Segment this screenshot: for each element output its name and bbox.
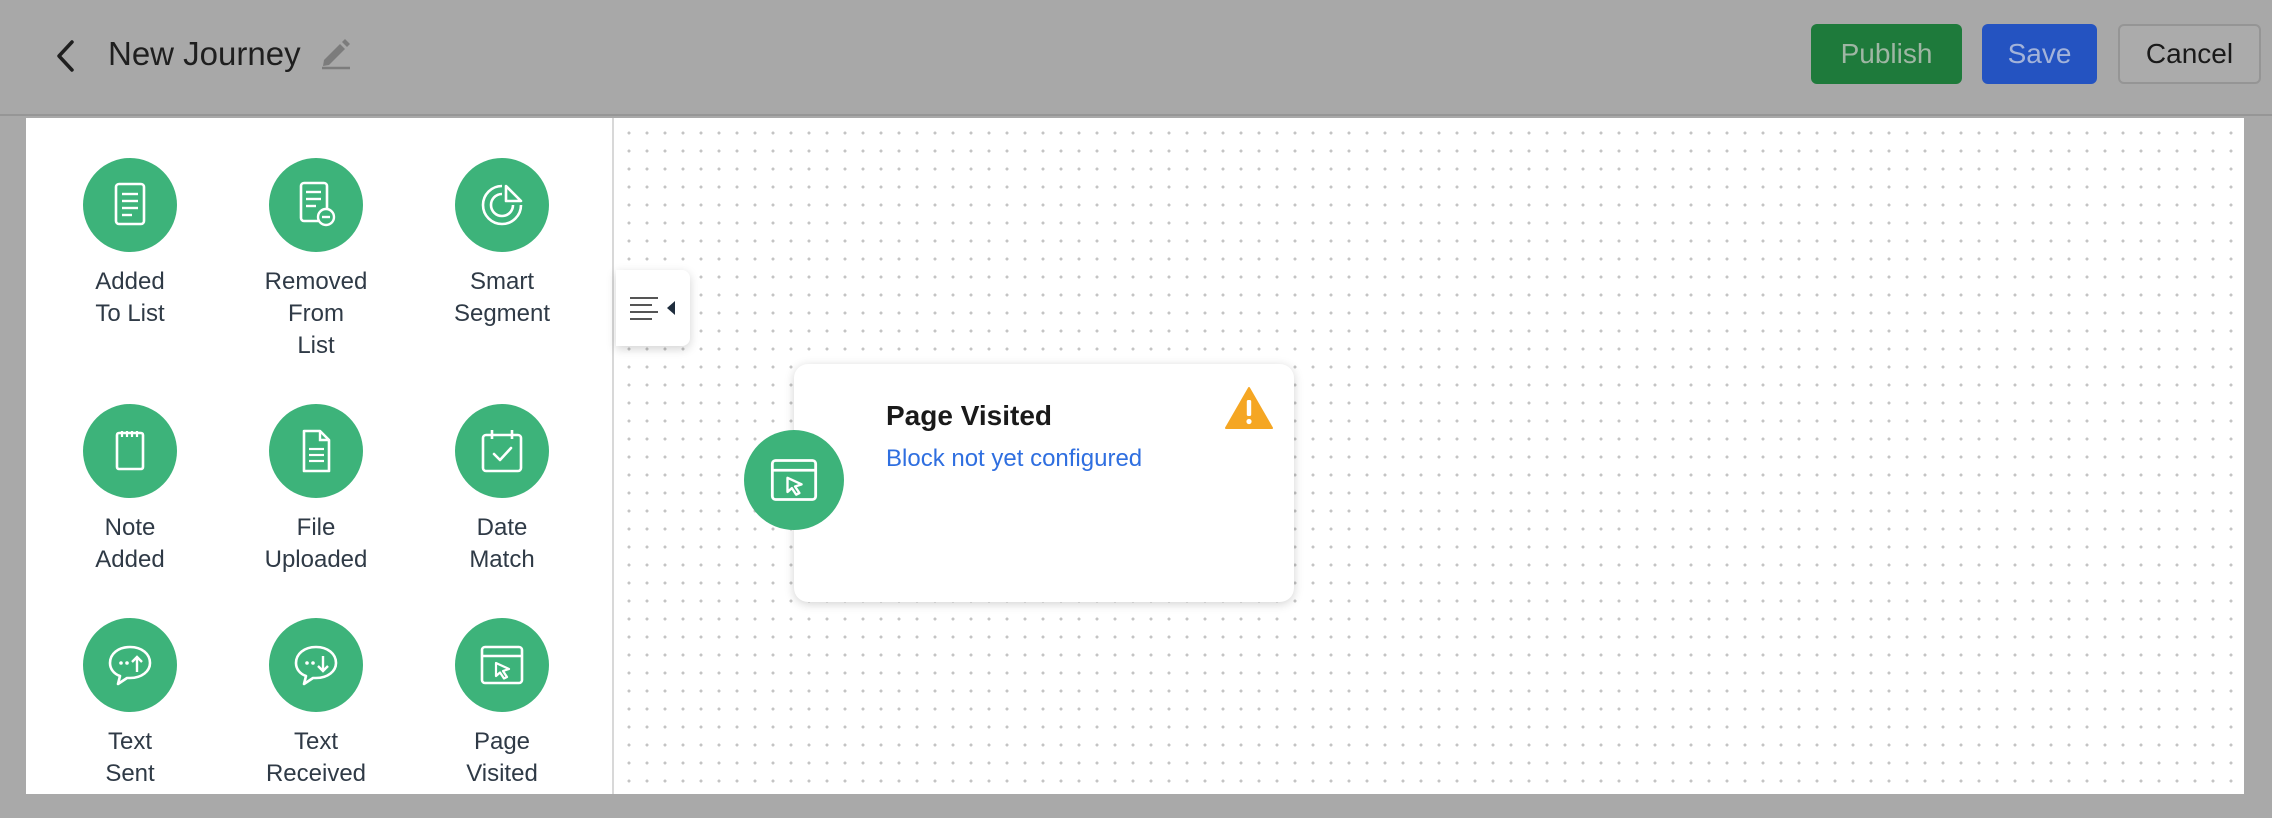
- list-remove-icon: [299, 181, 336, 227]
- palette-item-label: Text Sent: [105, 728, 155, 787]
- palette-item-text-received[interactable]: Text Received: [226, 618, 406, 790]
- journey-node-card[interactable]: Page Visited Block not yet configured: [794, 364, 1294, 602]
- palette-item-label: Page Visited: [466, 728, 538, 787]
- node-title: Page Visited: [886, 400, 1053, 431]
- pie-segment-icon: [481, 184, 523, 226]
- back-button[interactable]: [44, 34, 88, 78]
- trigger-palette: Added To List Removed From List Smart Se…: [26, 118, 612, 794]
- warning-icon: [1225, 387, 1273, 429]
- calendar-check-icon: [481, 430, 523, 473]
- palette-item-label: Date Match: [469, 514, 535, 573]
- save-button[interactable]: Save: [1982, 24, 2097, 84]
- palette-item-label: Note Added: [95, 514, 165, 573]
- palette-item-label: File Uploaded: [264, 514, 368, 573]
- list-document-icon: [114, 182, 146, 226]
- chat-receive-icon: [294, 645, 338, 686]
- collapse-palette-button[interactable]: [616, 270, 690, 346]
- palette-item-note-added[interactable]: Note Added: [40, 404, 220, 576]
- palette-item-page-visited[interactable]: Page Visited: [412, 618, 592, 790]
- palette-item-smart-segment[interactable]: Smart Segment: [412, 158, 592, 330]
- palette-item-removed-from-list[interactable]: Removed From List: [226, 158, 406, 362]
- palette-item-text-sent[interactable]: Text Sent: [40, 618, 220, 790]
- palette-item-label: Smart Segment: [453, 268, 551, 327]
- palette-item-file-uploaded[interactable]: File Uploaded: [226, 404, 406, 576]
- palette-item-date-match[interactable]: Date Match: [412, 404, 592, 576]
- chevron-left-icon: [57, 40, 74, 72]
- chat-send-icon: [108, 645, 152, 686]
- palette-item-label: Removed From List: [264, 268, 368, 359]
- journey-node-icon[interactable]: [744, 430, 844, 530]
- browser-cursor-icon: [770, 459, 818, 501]
- journey-title: New Journey: [108, 35, 301, 72]
- note-icon: [115, 431, 145, 471]
- palette-item-added-to-list[interactable]: Added To List: [40, 158, 220, 330]
- top-bar: New Journey Publish Save Cancel: [0, 0, 2272, 116]
- pencil-icon[interactable]: [318, 34, 354, 70]
- node-status-link[interactable]: Block not yet configured: [886, 442, 1142, 476]
- palette-item-label: Added To List: [95, 268, 165, 327]
- collapse-panel-icon: [630, 297, 675, 320]
- cancel-button[interactable]: Cancel: [2118, 24, 2261, 84]
- browser-cursor-icon: [480, 645, 524, 685]
- palette-item-label: Text Received: [265, 728, 367, 787]
- file-icon: [302, 429, 331, 473]
- publish-button[interactable]: Publish: [1811, 24, 1962, 84]
